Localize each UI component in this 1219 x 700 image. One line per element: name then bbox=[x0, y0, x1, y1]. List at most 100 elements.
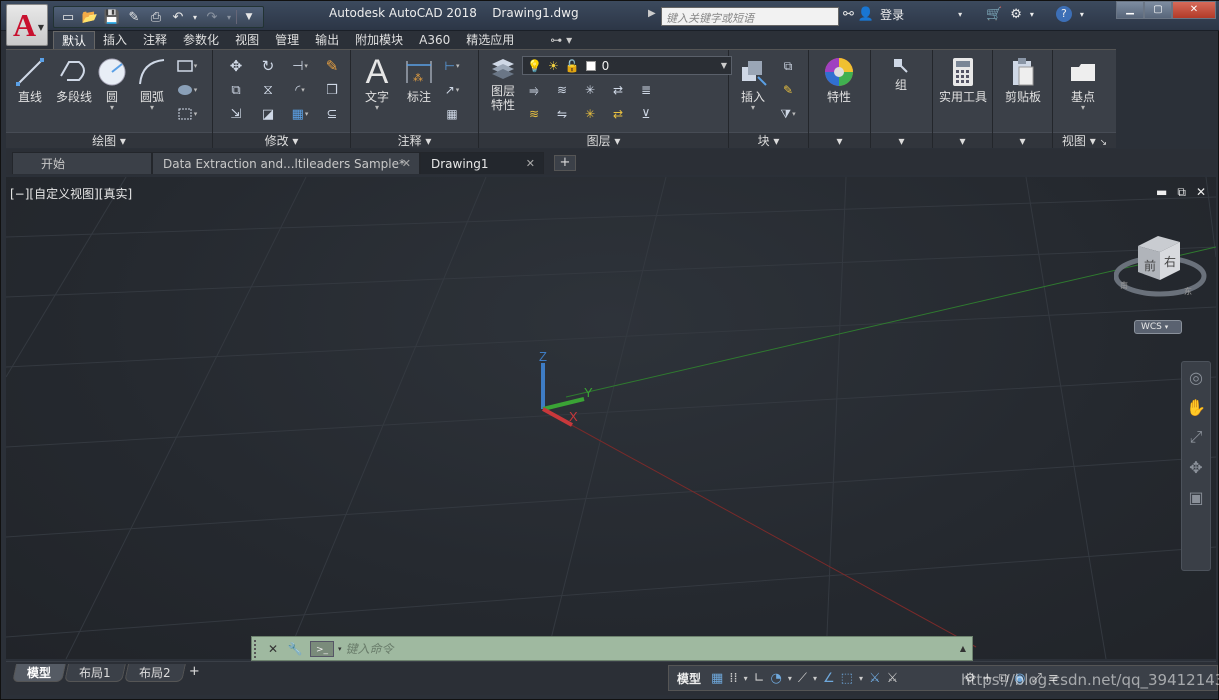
leader-icon[interactable]: ↗ ▾ bbox=[441, 80, 463, 100]
layer-previous-icon[interactable]: ≋ bbox=[551, 80, 573, 100]
clipboard-button[interactable]: 剪贴板 bbox=[1003, 54, 1043, 104]
dimension-button[interactable]: ⁂ 标注 bbox=[399, 54, 439, 104]
plot-icon[interactable]: ⎙ bbox=[146, 8, 166, 26]
annotation-visibility-icon[interactable]: ⚔ bbox=[887, 671, 899, 686]
viewcube-right-face[interactable]: 右 bbox=[1164, 254, 1176, 269]
rotate-icon[interactable]: ↻ bbox=[257, 56, 279, 76]
new-file-icon[interactable]: ▭ bbox=[58, 8, 78, 26]
rectangle-icon[interactable]: ▾ bbox=[176, 56, 198, 76]
explode-icon[interactable]: ❒ bbox=[321, 80, 343, 100]
edit-attributes-icon[interactable]: ⧩ ▾ bbox=[777, 104, 799, 124]
open-folder-icon[interactable]: 📂 bbox=[80, 8, 100, 26]
array-icon[interactable]: ▦ ▾ bbox=[289, 104, 311, 124]
panel-title-view[interactable]: 视图 ▾ ↘ bbox=[1053, 132, 1116, 148]
add-layout-button[interactable]: + bbox=[185, 664, 203, 680]
line-button[interactable]: 直线 bbox=[10, 54, 50, 104]
trim-icon[interactable]: ⊣ ▾ bbox=[289, 56, 311, 76]
panel-expand-groups[interactable]: ▾ bbox=[871, 132, 932, 148]
customize-wrench-icon[interactable]: 🔧 bbox=[284, 642, 306, 656]
table-icon[interactable]: ▦ bbox=[441, 104, 463, 124]
layer-freeze-icon[interactable]: ⇄ bbox=[607, 80, 629, 100]
command-input[interactable]: 键入命令 bbox=[346, 640, 394, 657]
tab-annotate[interactable]: 注释 bbox=[135, 31, 175, 49]
search-expand-icon[interactable]: ▶ bbox=[648, 8, 660, 24]
minimize-button[interactable]: ▁ bbox=[1116, 1, 1144, 19]
panel-title-annotation[interactable]: 注释 ▾ bbox=[351, 132, 478, 148]
close-command-line-icon[interactable]: ✕ bbox=[262, 642, 284, 656]
search-input[interactable]: 键入关键字或短语 bbox=[661, 7, 839, 26]
help-dropdown-icon[interactable]: ▾ bbox=[1080, 10, 1084, 19]
customize-qat-icon[interactable]: ▼ bbox=[239, 8, 259, 26]
viewport-minimize-icon[interactable]: ▬ bbox=[1156, 185, 1167, 200]
polyline-button[interactable]: 多段线 bbox=[50, 54, 98, 104]
layer-properties-button[interactable]: 图层 特性 bbox=[483, 54, 523, 112]
copy-icon[interactable]: ⧉ bbox=[225, 80, 247, 100]
undo-dropdown-icon[interactable]: ▾ bbox=[190, 8, 200, 26]
arc-button[interactable]: 圆弧 ▾ bbox=[132, 54, 172, 112]
tab-addins[interactable]: 附加模块 bbox=[347, 31, 411, 49]
tab-manage[interactable]: 管理 bbox=[267, 31, 307, 49]
layer-unisolate-icon[interactable]: ⇋ bbox=[551, 104, 573, 124]
zoom-extents-icon[interactable]: ⤢ bbox=[1182, 422, 1210, 452]
compass-east-label[interactable]: 东 bbox=[1184, 286, 1192, 296]
tab-view[interactable]: 视图 bbox=[227, 31, 267, 49]
orbit-icon[interactable]: ✥ bbox=[1182, 452, 1210, 482]
application-menu-button[interactable]: A ▼ bbox=[6, 4, 48, 46]
mirror-icon[interactable]: ⧖ bbox=[257, 80, 279, 100]
file-tab-data-extraction[interactable]: Data Extraction and...ltileaders Sample*… bbox=[152, 152, 420, 174]
viewcube-front-face[interactable]: 前 bbox=[1144, 258, 1156, 273]
exchange-dropdown-icon[interactable]: ▾ bbox=[1030, 10, 1034, 19]
layer-thaw-icon[interactable]: ✳ bbox=[579, 104, 601, 124]
grid-display-icon[interactable]: ▦ bbox=[711, 671, 723, 686]
panel-expand-utilities[interactable]: ▾ bbox=[933, 132, 992, 148]
dialog-launcher-icon[interactable]: ↘ bbox=[1100, 138, 1108, 148]
panel-expand-properties[interactable]: ▾ bbox=[809, 132, 870, 148]
save-icon[interactable]: 💾 bbox=[102, 8, 122, 26]
object-snap-tracking-icon[interactable]: ∠ bbox=[823, 671, 835, 686]
showmotion-icon[interactable]: ▣ bbox=[1182, 482, 1210, 512]
layer-match-icon[interactable]: ⥤ bbox=[523, 80, 545, 100]
drag-handle[interactable] bbox=[254, 639, 262, 658]
offset-icon[interactable]: ⊆ bbox=[321, 104, 343, 124]
base-view-button[interactable]: 基点 ▾ bbox=[1063, 54, 1103, 112]
tab-output[interactable]: 输出 bbox=[307, 31, 347, 49]
edit-block-icon[interactable]: ✎ bbox=[777, 80, 799, 100]
model-space-toggle[interactable]: 模型 bbox=[673, 670, 705, 687]
erase-icon[interactable]: ✎ bbox=[321, 56, 343, 76]
snap-dropdown-icon[interactable]: ▾ bbox=[744, 674, 748, 683]
layer-dropdown[interactable]: 💡 ☀ 🔓 0 ▼ bbox=[522, 56, 732, 75]
pan-hand-icon[interactable]: ✋ bbox=[1182, 392, 1210, 422]
boundary-icon[interactable]: ▾ bbox=[176, 104, 198, 124]
tab-a360[interactable]: A360 bbox=[411, 31, 458, 49]
tab-default[interactable]: 默认 bbox=[53, 31, 96, 49]
panel-title-modify[interactable]: 修改 ▾ bbox=[213, 132, 350, 148]
isometric-dropdown-icon[interactable]: ▾ bbox=[813, 674, 817, 683]
ribbon-minimize-toggle[interactable]: ⊶ ▾ bbox=[542, 31, 580, 49]
new-tab-button[interactable]: + bbox=[554, 155, 576, 171]
object-snap-icon[interactable]: ⬚ bbox=[841, 671, 853, 686]
close-tab-icon[interactable]: ✕ bbox=[402, 153, 411, 175]
hatch-icon[interactable]: ▾ bbox=[176, 80, 198, 100]
snap-mode-icon[interactable]: ⁞⁞ bbox=[729, 671, 737, 686]
login-button[interactable]: 登录 bbox=[880, 6, 904, 23]
isometric-drafting-icon[interactable]: ⟋ bbox=[798, 671, 807, 686]
drawing-canvas[interactable]: Z Y X [−][自定义视图][真实] ▬ ⧉ ✕ 前 右 南 东 WCS ▾… bbox=[6, 177, 1216, 659]
login-dropdown-icon[interactable]: ▾ bbox=[958, 10, 962, 19]
polar-dropdown-icon[interactable]: ▾ bbox=[788, 674, 792, 683]
layer-lock-icon[interactable]: ⇄ bbox=[607, 104, 629, 124]
undo-icon[interactable]: ↶ bbox=[168, 8, 188, 26]
recent-commands-dropdown-icon[interactable]: ▾ bbox=[338, 645, 342, 653]
viewport-controls-label[interactable]: [−][自定义视图][真实] bbox=[10, 185, 132, 202]
help-icon[interactable]: ? bbox=[1055, 6, 1072, 22]
viewport-restore-icon[interactable]: ⧉ bbox=[1177, 185, 1186, 200]
viewport-close-icon[interactable]: ✕ bbox=[1196, 185, 1206, 200]
redo-dropdown-icon[interactable]: ▾ bbox=[224, 8, 234, 26]
save-as-icon[interactable]: ✎ bbox=[124, 8, 144, 26]
scale-icon[interactable]: ◪ bbox=[257, 104, 279, 124]
file-tab-drawing1[interactable]: Drawing1 ✕ bbox=[420, 152, 544, 174]
close-button[interactable]: ✕ bbox=[1172, 1, 1216, 19]
layer-on-icon[interactable]: ≋ bbox=[523, 104, 545, 124]
cart-icon[interactable]: 🛒 bbox=[986, 7, 1002, 22]
panel-expand-clipboard[interactable]: ▾ bbox=[993, 132, 1052, 148]
create-block-icon[interactable]: ⧉ bbox=[777, 56, 799, 76]
